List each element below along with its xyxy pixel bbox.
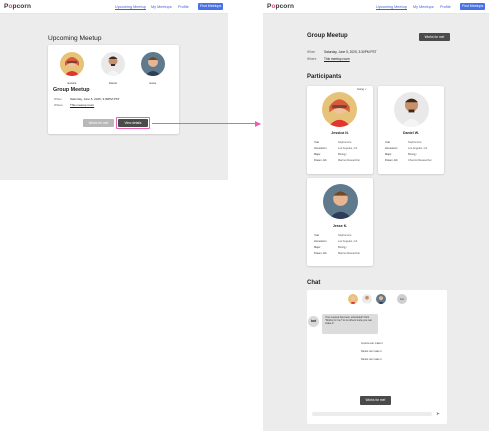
participant-photo-jesse xyxy=(323,184,358,219)
when-value: Saturday, June 5, 2025, 3:30PM PST xyxy=(70,97,120,101)
info-key: Major xyxy=(314,246,321,249)
nav-upcoming-meetup-right[interactable]: Upcoming Meetup xyxy=(376,5,407,10)
stage: Popcorn Upcoming Meetup My Meetups Profi… xyxy=(0,0,489,431)
info-key: Year xyxy=(385,141,391,144)
system-message: Daniel can make it xyxy=(361,350,382,353)
where-label: Where xyxy=(54,103,63,107)
nav-profile-right[interactable]: Profile xyxy=(440,5,451,9)
detail-when-value: Saturday, June 5, 2025, 3:30PM PST xyxy=(324,50,377,54)
participant-label-daniel: Daniel xyxy=(109,81,117,85)
participant-photo-jessica xyxy=(322,92,357,127)
info-value: Biology xyxy=(408,153,417,156)
logo[interactable]: Popcorn xyxy=(4,3,31,10)
chat-works-for-me-button[interactable]: Works for me! xyxy=(360,396,391,405)
info-key: Dream Job xyxy=(314,159,327,162)
chat-avatar-daniel xyxy=(362,294,372,304)
find-meetups-button[interactable]: Find Meetups xyxy=(198,3,224,10)
detail-where-link[interactable]: This meetup room xyxy=(324,57,350,61)
detail-where-label: Where xyxy=(307,57,317,61)
avatar-jessica xyxy=(60,52,84,76)
nav-my-meetups[interactable]: My Meetups xyxy=(151,5,172,9)
participant-name-jesse: Jesse K. xyxy=(332,224,348,228)
works-for-me-button-top[interactable]: Works for me! xyxy=(419,33,450,41)
info-key: Major xyxy=(385,153,392,156)
when-label: When xyxy=(54,97,62,101)
going-status[interactable]: Going ✓ xyxy=(357,88,367,91)
info-value: Biology xyxy=(338,153,347,156)
info-key: Dream Job xyxy=(385,159,398,162)
system-message: Jessica can make it xyxy=(361,342,383,345)
info-key: Year xyxy=(314,234,320,237)
info-value: Chemist Researcher xyxy=(408,159,432,162)
detail-when-label: When xyxy=(307,50,316,54)
info-value: Marine Researcher xyxy=(338,159,361,162)
chat-heading: Chat xyxy=(307,280,321,286)
meetup-detail-title: Group Meetup xyxy=(307,33,348,39)
info-key: Major xyxy=(314,153,321,156)
info-key: Hometown xyxy=(314,240,327,243)
info-key: Year xyxy=(314,141,320,144)
bot-message-bubble: Your meetup has been scheduled! Click "W… xyxy=(322,314,378,334)
nav-profile[interactable]: Profile xyxy=(178,5,189,9)
info-value: Los Angeles, CA xyxy=(338,240,358,243)
top-nav-right: Popcorn Upcoming Meetup My Meetups Profi… xyxy=(263,0,489,14)
system-message: Daniel can make it xyxy=(361,358,382,361)
upcoming-meetup-heading: Upcoming Meetup xyxy=(48,35,102,42)
info-key: Hometown xyxy=(314,147,327,150)
chat-input[interactable] xyxy=(312,412,432,416)
view-details-button[interactable]: View details xyxy=(118,119,148,127)
info-key: Dream Job xyxy=(314,252,327,255)
participant-name-daniel: Daniel W. xyxy=(403,131,419,135)
find-meetups-button-right[interactable]: Find Meetups xyxy=(460,3,486,10)
info-key: Hometown xyxy=(385,147,398,150)
participant-photo-daniel xyxy=(394,92,429,127)
nav-upcoming-meetup[interactable]: Upcoming Meetup xyxy=(115,5,146,10)
works-for-me-button[interactable]: Works for me! xyxy=(83,119,114,127)
participant-label-jesse: Jesse xyxy=(149,81,157,85)
logo-right[interactable]: Popcorn xyxy=(267,3,294,10)
info-value: Biology xyxy=(338,246,347,249)
chat-avatar-jessica xyxy=(348,294,358,304)
chat-avatar-jesse xyxy=(376,294,386,304)
nav-my-meetups-right[interactable]: My Meetups xyxy=(413,5,434,9)
participants-heading: Participants xyxy=(307,74,342,80)
bot-avatar: bot xyxy=(308,316,319,327)
participant-name-jessica: Jessica N. xyxy=(331,131,349,135)
arrow-head-icon xyxy=(255,120,261,127)
top-nav: Popcorn Upcoming Meetup My Meetups Profi… xyxy=(0,0,228,14)
avatar-daniel xyxy=(101,52,125,76)
info-value: Marine Researcher xyxy=(338,252,361,255)
info-value: Sophomore xyxy=(338,234,352,237)
chat-avatar-bot: bot xyxy=(397,294,407,304)
info-value: Los Angeles, CA xyxy=(408,147,428,150)
participant-label-jessica: Jessica xyxy=(67,81,77,85)
info-value: Sophomore xyxy=(408,141,422,144)
send-icon[interactable]: ➤ xyxy=(436,411,440,416)
info-value: Sophomore xyxy=(338,141,352,144)
transition-arrow xyxy=(152,123,260,125)
info-value: Los Angeles, CA xyxy=(338,147,358,150)
group-meetup-title: Group Meetup xyxy=(53,87,90,93)
avatar-jesse xyxy=(141,52,165,76)
where-link[interactable]: This meetup room xyxy=(70,103,94,107)
